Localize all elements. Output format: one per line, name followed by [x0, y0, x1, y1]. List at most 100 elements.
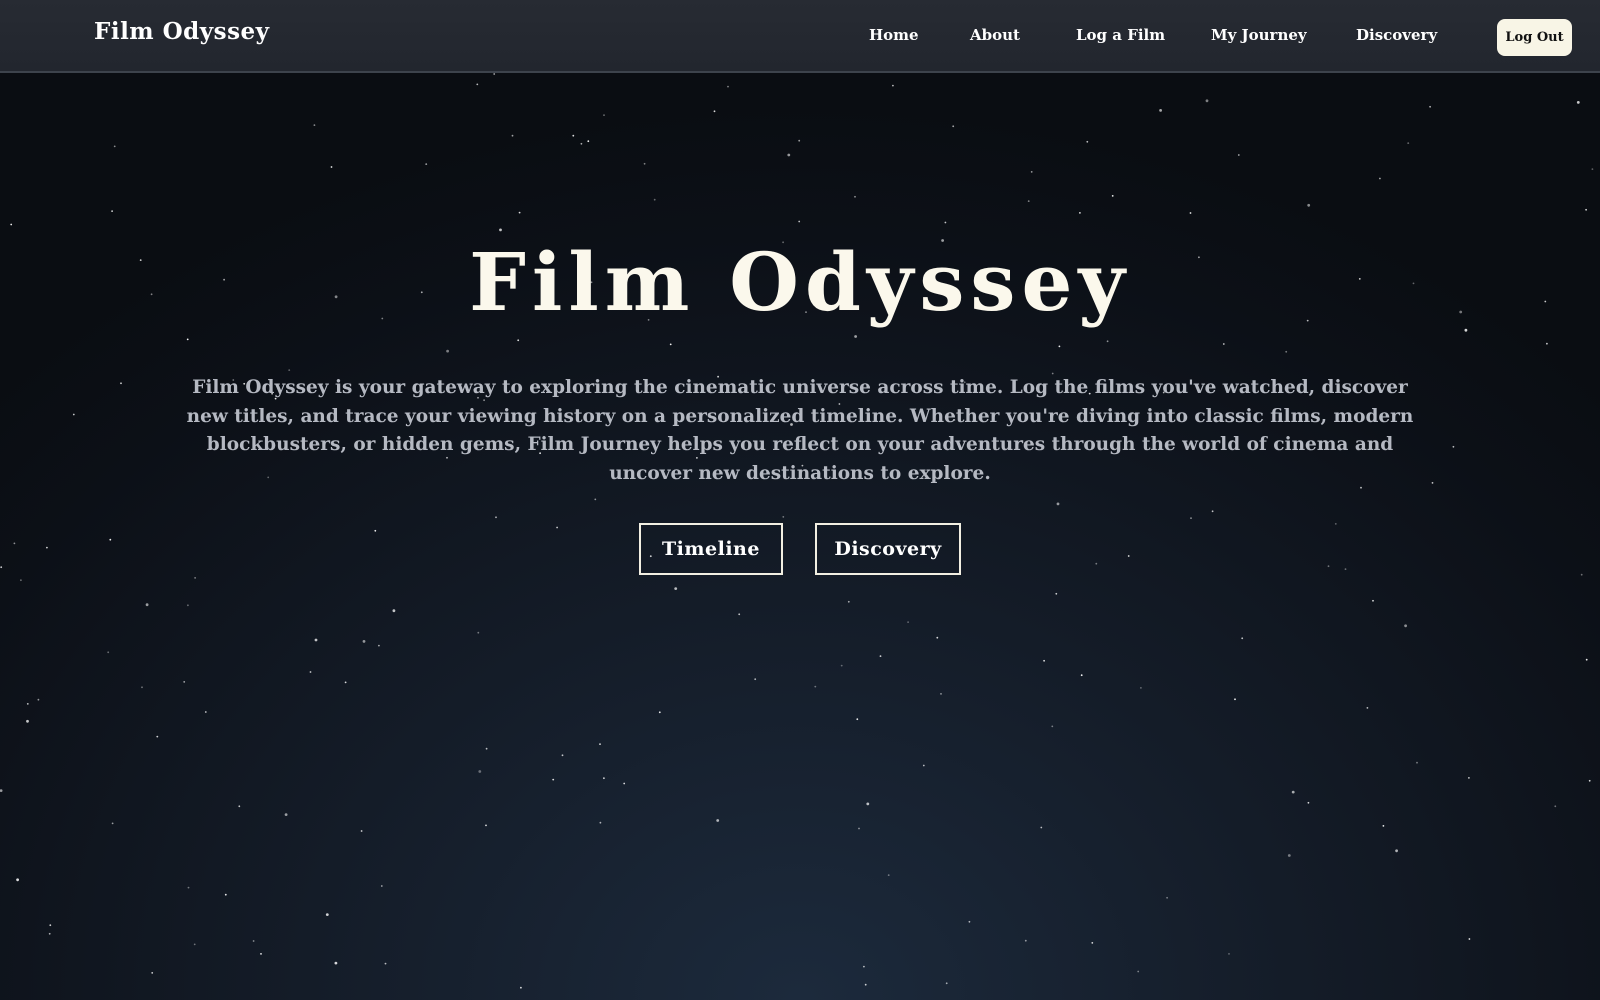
star: [754, 678, 757, 681]
top-navbar: Film Odyssey Home About Log a Film My Jo…: [0, 0, 1600, 73]
star: [864, 983, 867, 986]
star: [561, 754, 564, 757]
star: [1576, 101, 1580, 104]
star: [952, 125, 955, 128]
star: [968, 920, 971, 923]
star: [1366, 707, 1369, 709]
star: [1468, 938, 1471, 940]
star: [1027, 200, 1030, 203]
star: [1307, 801, 1310, 804]
nav-link-log-a-film[interactable]: Log a Film: [1076, 26, 1165, 44]
star: [186, 338, 189, 341]
star: [840, 664, 843, 667]
star: [603, 114, 605, 116]
star: [1137, 970, 1140, 973]
timeline-button[interactable]: Timeline: [639, 523, 783, 575]
star: [1051, 725, 1054, 728]
star: [288, 369, 291, 371]
nav-link-my-journey[interactable]: My Journey: [1211, 26, 1307, 44]
star: [643, 162, 646, 165]
star: [16, 878, 19, 882]
star: [1344, 568, 1347, 570]
star: [863, 965, 865, 968]
star: [556, 526, 558, 529]
hero-title: Film Odyssey: [469, 235, 1131, 329]
star: [1431, 482, 1434, 484]
star: [587, 140, 590, 143]
star: [623, 782, 626, 785]
star: [313, 124, 316, 126]
star: [1382, 825, 1385, 827]
star: [446, 349, 449, 353]
star: [1189, 212, 1192, 214]
star: [1379, 177, 1381, 180]
star: [1452, 445, 1455, 448]
star: [1091, 942, 1094, 944]
star: [284, 813, 288, 816]
star: [1591, 168, 1594, 171]
star: [936, 636, 939, 639]
star: [1106, 340, 1109, 343]
star: [49, 924, 52, 927]
star: [156, 735, 159, 738]
star: [653, 198, 656, 201]
star: [922, 764, 925, 767]
star: [360, 830, 363, 832]
star: [113, 145, 116, 148]
star: [1166, 896, 1168, 899]
star: [20, 579, 22, 582]
star: [858, 827, 860, 830]
star: [309, 671, 312, 673]
brand-logo[interactable]: Film Odyssey: [94, 18, 270, 45]
nav-link-about[interactable]: About: [970, 26, 1020, 44]
logout-button[interactable]: Log Out: [1497, 19, 1572, 56]
star: [1080, 674, 1083, 677]
star: [193, 943, 196, 946]
star: [854, 335, 857, 338]
star: [1056, 502, 1060, 506]
star: [362, 640, 366, 643]
discovery-button[interactable]: Discovery: [815, 523, 961, 575]
star: [224, 893, 227, 896]
star: [879, 655, 882, 657]
star: [1407, 142, 1410, 145]
star: [26, 719, 29, 723]
star: [1079, 212, 1081, 214]
star: [1241, 637, 1244, 640]
star: [1111, 195, 1114, 197]
hero-description: Film Odyssey is your gateway to explorin…: [186, 377, 1414, 484]
star: [1395, 849, 1398, 853]
star: [517, 339, 520, 342]
star: [847, 600, 850, 603]
star: [499, 228, 502, 232]
star: [477, 631, 480, 634]
star: [1190, 517, 1192, 519]
star: [1429, 105, 1431, 108]
star: [1095, 562, 1098, 565]
star: [378, 644, 380, 647]
star: [856, 718, 859, 721]
star: [1372, 599, 1374, 602]
star: [940, 693, 942, 695]
star: [1580, 573, 1583, 576]
nav-link-home[interactable]: Home: [869, 26, 919, 44]
star: [892, 84, 894, 87]
star: [674, 587, 678, 590]
star: [1285, 350, 1288, 353]
star: [1416, 761, 1418, 764]
star: [111, 210, 113, 213]
star: [1287, 854, 1291, 857]
star: [252, 940, 255, 942]
star: [1588, 779, 1591, 782]
star: [0, 789, 3, 792]
star: [380, 885, 383, 887]
star: [552, 778, 555, 781]
nav-link-discovery[interactable]: Discovery: [1356, 26, 1437, 44]
star: [314, 638, 318, 642]
star: [330, 166, 333, 168]
star: [1546, 342, 1548, 345]
star: [10, 223, 13, 226]
star: [1024, 939, 1027, 942]
star: [518, 211, 521, 214]
star: [183, 681, 186, 683]
